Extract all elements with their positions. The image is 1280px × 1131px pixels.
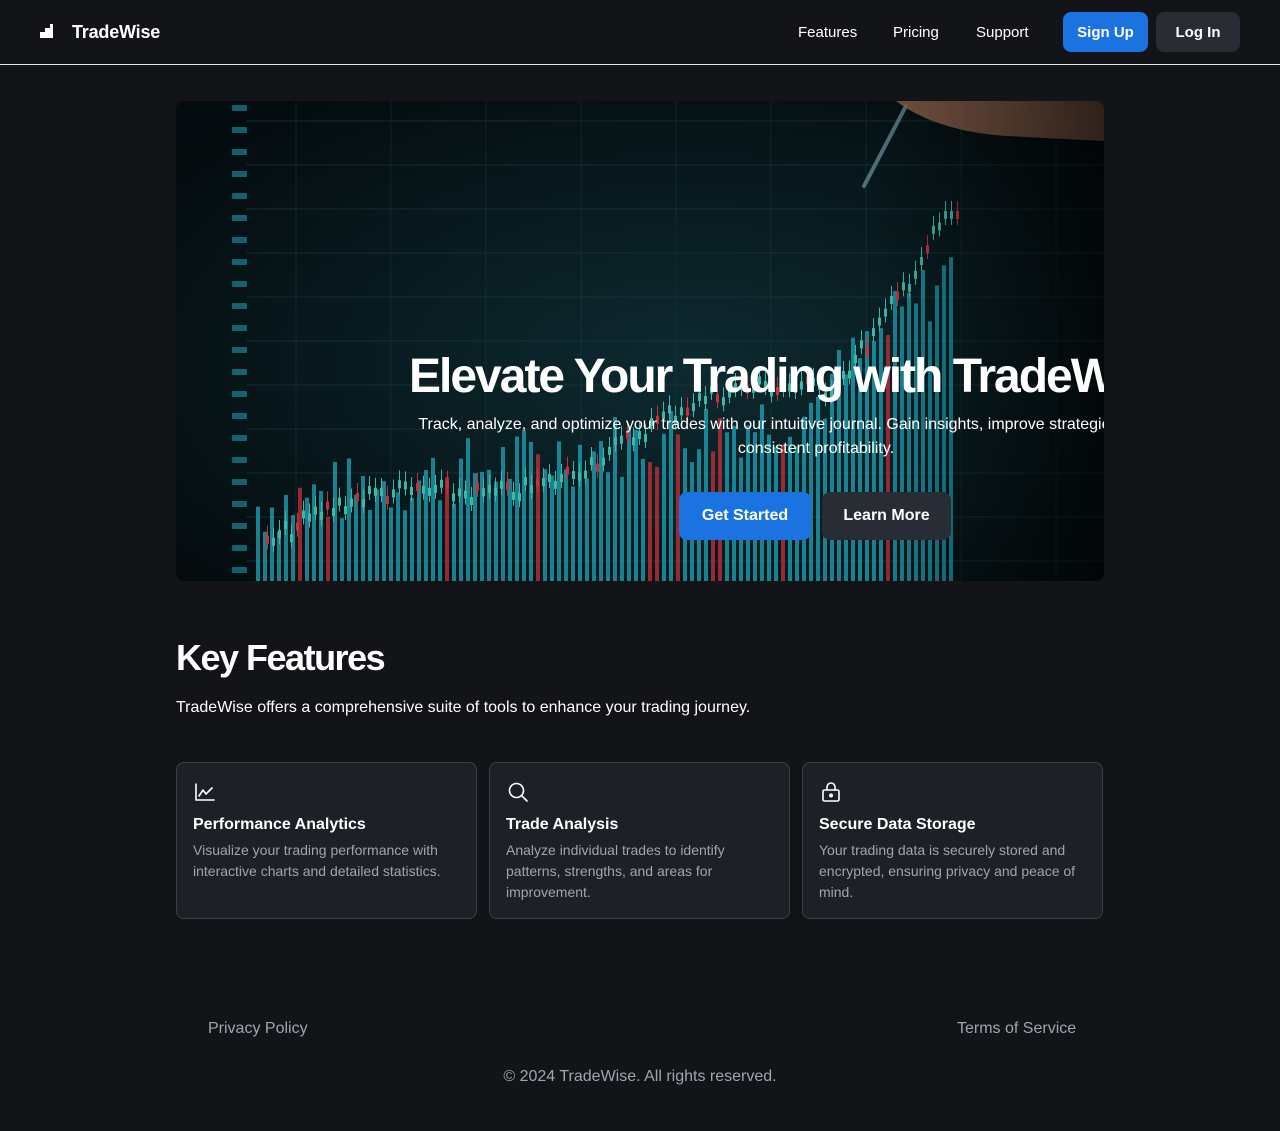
feature-card-performance-analytics: Performance Analytics Visualize your tra…: [176, 762, 477, 919]
nav-link-support[interactable]: Support: [976, 24, 1029, 41]
feature-card-title: Performance Analytics: [193, 816, 366, 833]
terms-of-service-link[interactable]: Terms of Service: [957, 1020, 1076, 1038]
bar-steps-icon: [40, 24, 53, 38]
line-chart-icon: [195, 783, 215, 801]
hero-banner: Elevate Your Trading with TradeWise Trac…: [176, 101, 1104, 581]
get-started-button[interactable]: Get Started: [679, 492, 811, 540]
copyright-text: © 2024 TradeWise. All rights reserved.: [503, 1068, 777, 1085]
hero-subtitle: Track, analyze, and optimize your trades…: [418, 416, 1104, 457]
feature-card-secure-data-storage: Secure Data Storage Your trading data is…: [802, 762, 1103, 919]
stock-chart-photo: [176, 101, 1104, 581]
learn-more-button[interactable]: Learn More: [822, 492, 951, 540]
features-heading: Key Features: [176, 637, 386, 678]
nav-link-features[interactable]: Features: [798, 24, 857, 41]
nav-link-pricing[interactable]: Pricing: [893, 24, 939, 41]
brand-name: TradeWise: [72, 21, 161, 42]
sign-up-button[interactable]: Sign Up: [1063, 12, 1148, 52]
feature-card-title: Trade Analysis: [506, 816, 619, 833]
search-icon: [508, 782, 528, 802]
features-description: TradeWise offers a comprehensive suite o…: [176, 699, 751, 716]
feature-card-text: Your trading data is securely stored and…: [819, 842, 1076, 900]
top-navigation-bar: TradeWise Features Pricing Support Sign …: [0, 0, 1280, 65]
feature-card-title: Secure Data Storage: [819, 816, 976, 833]
privacy-policy-link[interactable]: Privacy Policy: [208, 1020, 308, 1038]
feature-card-text: Analyze individual trades to identify pa…: [506, 842, 725, 900]
brand-logo[interactable]: TradeWise: [40, 20, 160, 44]
lock-icon: [822, 782, 840, 802]
hero-title: Elevate Your Trading with TradeWise: [409, 350, 1104, 403]
log-in-button[interactable]: Log In: [1156, 12, 1240, 52]
feature-card-trade-analysis: Trade Analysis Analyze individual trades…: [489, 762, 790, 919]
feature-card-text: Visualize your trading performance with …: [193, 842, 441, 879]
